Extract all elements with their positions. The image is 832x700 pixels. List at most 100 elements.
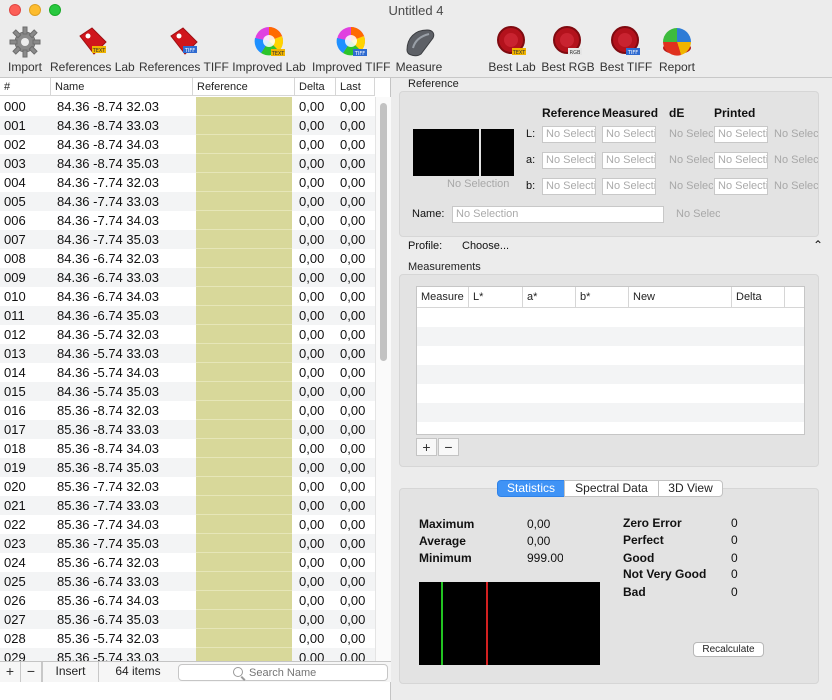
table-row[interactable]: 011 84.36 -6.74 35.03 0,00 0,00 <box>0 306 375 325</box>
column-header-number[interactable]: # <box>0 78 51 96</box>
add-measurement-button[interactable]: + <box>416 438 437 456</box>
mcol-b[interactable]: b* <box>576 287 629 307</box>
close-window-button[interactable] <box>9 4 21 16</box>
table-row[interactable]: 001 84.36 -8.74 33.03 0,00 0,00 <box>0 116 375 135</box>
improved-lab-button[interactable]: TEXT Improved Lab <box>231 22 307 76</box>
printed-b-field[interactable]: No Selection <box>714 178 768 195</box>
row-number: 012 <box>4 327 26 342</box>
table-row[interactable]: 025 85.36 -6.74 33.03 0,00 0,00 <box>0 572 375 591</box>
profile-chevron-icon[interactable]: ⌃ <box>813 238 823 252</box>
measured-a-field[interactable]: No Selection <box>602 152 656 169</box>
table-row[interactable]: 004 84.36 -7.74 32.03 0,00 0,00 <box>0 173 375 192</box>
table-row[interactable]: 017 85.36 -8.74 33.03 0,00 0,00 <box>0 420 375 439</box>
table-row[interactable]: 022 85.36 -7.74 34.03 0,00 0,00 <box>0 515 375 534</box>
row-reference-swatch <box>196 515 292 534</box>
measured-b-field[interactable]: No Selection <box>602 178 656 195</box>
profile-selector[interactable]: Choose... <box>462 240 509 252</box>
reference-b-field[interactable]: No Selection <box>542 178 596 195</box>
mcol-new[interactable]: New <box>629 287 732 307</box>
table-row[interactable]: 020 85.36 -7.74 32.03 0,00 0,00 <box>0 477 375 496</box>
column-header-last[interactable]: Last <box>336 78 375 96</box>
tab-statistics[interactable]: Statistics <box>497 480 565 497</box>
name-field[interactable]: No Selection <box>452 206 664 223</box>
insert-button[interactable]: Insert <box>42 662 99 682</box>
table-row[interactable]: 008 84.36 -6.74 32.03 0,00 0,00 <box>0 249 375 268</box>
row-name: 84.36 -6.74 35.03 <box>57 308 159 323</box>
references-tiff-label: References TIFF <box>139 60 229 74</box>
table-row[interactable]: 009 84.36 -6.74 33.03 0,00 0,00 <box>0 268 375 287</box>
search-field[interactable] <box>178 664 388 681</box>
row-delta: 0,00 <box>299 232 325 247</box>
table-row[interactable]: 015 84.36 -5.74 35.03 0,00 0,00 <box>0 382 375 401</box>
table-row[interactable]: 016 85.36 -8.74 32.03 0,00 0,00 <box>0 401 375 420</box>
table-row[interactable]: 018 85.36 -8.74 34.03 0,00 0,00 <box>0 439 375 458</box>
measured-l-field[interactable]: No Selection <box>602 126 656 143</box>
measurement-row[interactable] <box>417 403 804 422</box>
references-lab-button[interactable]: TEXT References Lab <box>50 22 135 76</box>
table-row[interactable]: 028 85.36 -5.74 32.03 0,00 0,00 <box>0 629 375 648</box>
import-button[interactable]: Import <box>4 22 46 76</box>
table-row[interactable]: 012 84.36 -5.74 32.03 0,00 0,00 <box>0 325 375 344</box>
table-row[interactable]: 023 85.36 -7.74 35.03 0,00 0,00 <box>0 534 375 553</box>
search-input[interactable] <box>249 666 379 679</box>
best-tiff-button[interactable]: TIFF Best TIFF <box>599 22 653 76</box>
table-row[interactable]: 003 84.36 -8.74 35.03 0,00 0,00 <box>0 154 375 173</box>
row-name: 84.36 -7.74 35.03 <box>57 232 159 247</box>
best-rgb-button[interactable]: RGB Best RGB <box>541 22 595 76</box>
report-button[interactable]: Report <box>656 22 698 76</box>
tab-3d-view[interactable]: 3D View <box>658 480 723 497</box>
minimize-window-button[interactable] <box>29 4 41 16</box>
row-last: 0,00 <box>340 460 366 475</box>
scrollbar-thumb[interactable] <box>380 103 387 361</box>
table-row[interactable]: 007 84.36 -7.74 35.03 0,00 0,00 <box>0 230 375 249</box>
row-last: 0,00 <box>340 156 366 171</box>
remove-swatch-button[interactable]: − <box>21 662 42 682</box>
mcol-delta[interactable]: Delta <box>732 287 785 307</box>
measure-button[interactable]: Measure <box>394 22 444 76</box>
table-row[interactable]: 006 84.36 -7.74 34.03 0,00 0,00 <box>0 211 375 230</box>
mcol-measure[interactable]: Measure <box>417 287 469 307</box>
mcol-l[interactable]: L* <box>469 287 523 307</box>
measurement-row[interactable] <box>417 346 804 365</box>
remove-measurement-button[interactable]: − <box>438 438 459 456</box>
table-row[interactable]: 013 84.36 -5.74 33.03 0,00 0,00 <box>0 344 375 363</box>
measurements-group-title: Measurements <box>408 261 481 273</box>
table-row[interactable]: 014 84.36 -5.74 34.03 0,00 0,00 <box>0 363 375 382</box>
table-row[interactable]: 002 84.36 -8.74 34.03 0,00 0,00 <box>0 135 375 154</box>
recalculate-button[interactable]: Recalculate <box>693 642 764 657</box>
column-header-name[interactable]: Name <box>51 78 193 96</box>
zoom-window-button[interactable] <box>49 4 61 16</box>
reference-l-field[interactable]: No Selection <box>542 126 596 143</box>
printed-a-field[interactable]: No Selection <box>714 152 768 169</box>
reference-a-field[interactable]: No Selection <box>542 152 596 169</box>
row-name: 85.36 -7.74 33.03 <box>57 498 159 513</box>
table-row[interactable]: 019 85.36 -8.74 35.03 0,00 0,00 <box>0 458 375 477</box>
add-swatch-button[interactable]: + <box>0 662 21 682</box>
table-row[interactable]: 021 85.36 -7.74 33.03 0,00 0,00 <box>0 496 375 515</box>
best-lab-button[interactable]: TEXT Best Lab <box>487 22 537 76</box>
table-row[interactable]: 027 85.36 -6.74 35.03 0,00 0,00 <box>0 610 375 629</box>
row-last: 0,00 <box>340 612 366 627</box>
svg-text:TEXT: TEXT <box>512 50 527 56</box>
printed-l-field[interactable]: No Selection <box>714 126 768 143</box>
tab-spectral-data[interactable]: Spectral Data <box>564 480 659 497</box>
table-row[interactable]: 024 85.36 -6.74 32.03 0,00 0,00 <box>0 553 375 572</box>
improved-tiff-label: Improved TIFF <box>312 60 391 74</box>
table-row[interactable]: 005 84.36 -7.74 33.03 0,00 0,00 <box>0 192 375 211</box>
row-number: 008 <box>4 251 26 266</box>
measurement-row[interactable] <box>417 308 804 327</box>
mcol-a[interactable]: a* <box>523 287 576 307</box>
table-row[interactable]: 000 84.36 -8.74 32.03 0,00 0,00 <box>0 97 375 116</box>
measurement-row[interactable] <box>417 327 804 346</box>
row-reference-swatch <box>196 306 292 325</box>
column-header-delta[interactable]: Delta <box>295 78 336 96</box>
improved-tiff-button[interactable]: TIFF Improved TIFF <box>312 22 390 76</box>
table-row[interactable]: 010 84.36 -6.74 34.03 0,00 0,00 <box>0 287 375 306</box>
measurement-row[interactable] <box>417 365 804 384</box>
row-number: 019 <box>4 460 26 475</box>
vertical-scrollbar[interactable] <box>375 97 391 674</box>
references-tiff-button[interactable]: TIFF References TIFF <box>139 22 229 76</box>
table-row[interactable]: 026 85.36 -6.74 34.03 0,00 0,00 <box>0 591 375 610</box>
column-header-reference[interactable]: Reference <box>193 78 295 96</box>
measurement-row[interactable] <box>417 384 804 403</box>
